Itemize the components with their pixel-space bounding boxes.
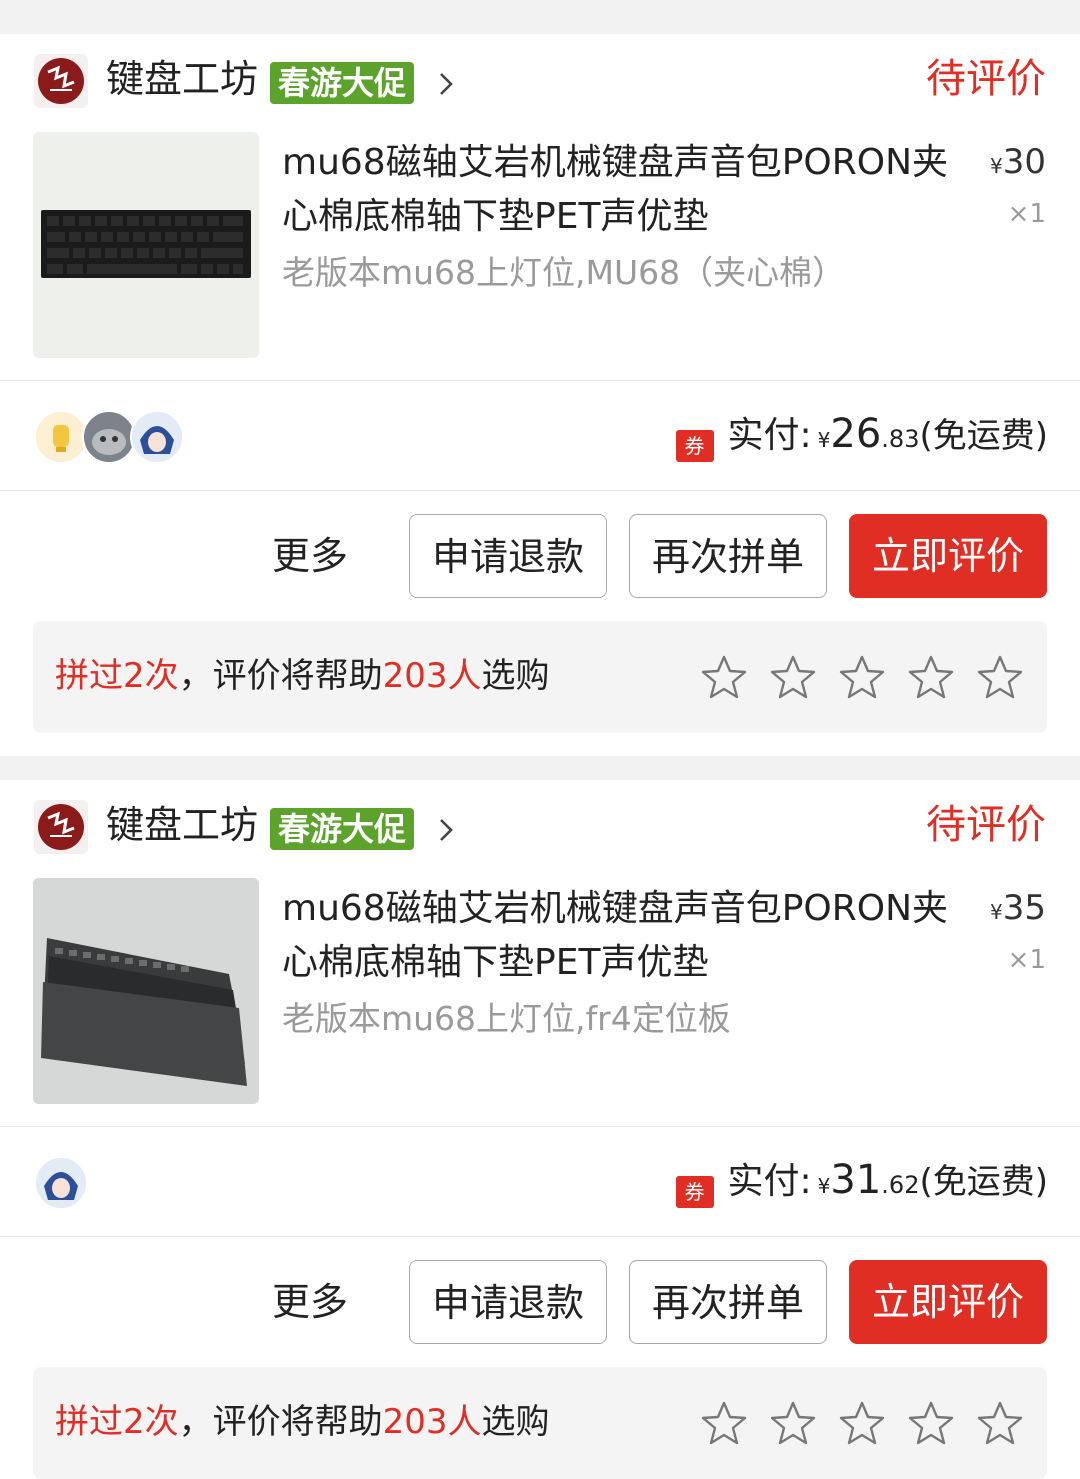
reorder-button[interactable]: 再次拼单 (629, 514, 827, 598)
chevron-right-icon[interactable] (432, 816, 460, 844)
payment-summary: 券 实付: ¥ 31 .62 (免运费) (675, 1152, 1048, 1208)
shop-name[interactable]: 键盘工坊 (106, 800, 258, 850)
review-now-button[interactable]: 立即评价 (849, 1260, 1047, 1344)
promo-tag: 春游大促 (270, 808, 415, 850)
coupon-badge: 券 (675, 1176, 714, 1208)
star-rating[interactable] (699, 653, 1027, 703)
product-image[interactable] (33, 132, 259, 358)
paid-amount-dec: .83 (881, 425, 920, 453)
product-sku: 老版本mu68上灯位,MU68（夹心棉） (282, 253, 846, 292)
shop-logo (34, 800, 88, 854)
shop-name[interactable]: 键盘工坊 (106, 54, 258, 104)
refund-button[interactable]: 申请退款 (409, 1260, 607, 1344)
refund-button[interactable]: 申请退款 (409, 514, 607, 598)
star-icon[interactable] (975, 1399, 1025, 1449)
star-icon[interactable] (906, 1399, 956, 1449)
currency-symbol: ¥ (817, 428, 831, 452)
paid-label: 实付: (727, 1161, 812, 1202)
avatar (82, 410, 136, 464)
star-icon[interactable] (837, 1399, 887, 1449)
review-prompt-box[interactable]: 拼过2次，评价将帮助203人选购 (33, 1367, 1047, 1479)
avatar (34, 410, 88, 464)
product-image[interactable] (33, 878, 259, 1104)
price-value: 30 (1002, 142, 1046, 182)
divider (0, 490, 1080, 491)
price-value: 35 (1002, 888, 1046, 928)
order-status: 待评价 (926, 802, 1046, 848)
star-icon[interactable] (699, 1399, 749, 1449)
star-rating[interactable] (699, 1399, 1027, 1449)
shop-header[interactable]: 键盘工坊 春游大促 待评价 (0, 34, 1080, 132)
action-buttons: 更多 申请退款 再次拼单 立即评价 (0, 1260, 1080, 1352)
reorder-button[interactable]: 再次拼单 (629, 1260, 827, 1344)
paid-amount-int: 26 (830, 411, 882, 457)
payment-summary: 券 实付: ¥ 26 .83 (免运费) (675, 406, 1048, 462)
more-button[interactable]: 更多 (272, 528, 348, 584)
review-suffix-text: 选购 (481, 1402, 550, 1442)
star-icon[interactable] (837, 653, 887, 703)
avatar (34, 1156, 88, 1210)
review-help-text: ，评价将帮助 (178, 656, 383, 696)
star-icon[interactable] (768, 653, 818, 703)
product-price: ¥30 (990, 138, 1046, 190)
payment-row: 券 实付: ¥ 26 .83 (免运费) (0, 380, 1080, 490)
review-prompt-box[interactable]: 拼过2次，评价将帮助203人选购 (33, 621, 1047, 733)
paid-amount-int: 31 (830, 1157, 882, 1203)
promo-tag: 春游大促 (270, 62, 415, 104)
paid-amount-dec: .62 (881, 1171, 920, 1199)
shop-header[interactable]: 键盘工坊 春游大促 待评价 (0, 780, 1080, 878)
product-quantity: ×1 (1007, 199, 1046, 229)
chevron-right-icon[interactable] (432, 70, 460, 98)
avatar (130, 410, 184, 464)
currency-symbol: ¥ (990, 900, 1003, 924)
shipping-note: (免运费) (919, 1162, 1048, 1202)
star-icon[interactable] (906, 653, 956, 703)
shipping-note: (免运费) (919, 416, 1048, 456)
order-count-text: 拼过2次 (55, 656, 179, 696)
order-card: 键盘工坊 春游大促 待评价 mu68磁轴艾岩机械键盘声音包PORON夹心棉底棉轴… (0, 780, 1080, 1479)
shop-logo (34, 54, 88, 108)
coupon-badge: 券 (675, 430, 714, 462)
review-now-button[interactable]: 立即评价 (849, 514, 1047, 598)
review-prompt: 拼过2次，评价将帮助203人选购 (55, 1395, 550, 1449)
product-title[interactable]: mu68磁轴艾岩机械键盘声音包PORON夹心棉底棉轴下垫PET声优垫 (282, 882, 962, 990)
review-help-text: ，评价将帮助 (178, 1402, 383, 1442)
order-card: 键盘工坊 春游大促 待评价 mu68磁轴艾岩机械键盘声音包PORON夹心棉底棉轴… (0, 34, 1080, 756)
product-sku: 老版本mu68上灯位,fr4定位板 (282, 999, 731, 1038)
currency-symbol: ¥ (817, 1174, 831, 1198)
review-prompt: 拼过2次，评价将帮助203人选购 (55, 649, 550, 703)
divider (0, 1236, 1080, 1237)
people-count-text: 203人 (382, 656, 482, 696)
payment-row: 券 实付: ¥ 31 .62 (免运费) (0, 1126, 1080, 1236)
star-icon[interactable] (768, 1399, 818, 1449)
star-icon[interactable] (699, 653, 749, 703)
order-status: 待评价 (926, 56, 1046, 102)
people-count-text: 203人 (382, 1402, 482, 1442)
action-buttons: 更多 申请退款 再次拼单 立即评价 (0, 514, 1080, 606)
product-quantity: ×1 (1007, 945, 1046, 975)
currency-symbol: ¥ (990, 154, 1003, 178)
product-price: ¥35 (990, 884, 1046, 936)
more-button[interactable]: 更多 (272, 1274, 348, 1330)
star-icon[interactable] (975, 653, 1025, 703)
review-suffix-text: 选购 (481, 656, 550, 696)
paid-label: 实付: (727, 415, 812, 456)
order-count-text: 拼过2次 (55, 1402, 179, 1442)
product-title[interactable]: mu68磁轴艾岩机械键盘声音包PORON夹心棉底棉轴下垫PET声优垫 (282, 136, 962, 244)
